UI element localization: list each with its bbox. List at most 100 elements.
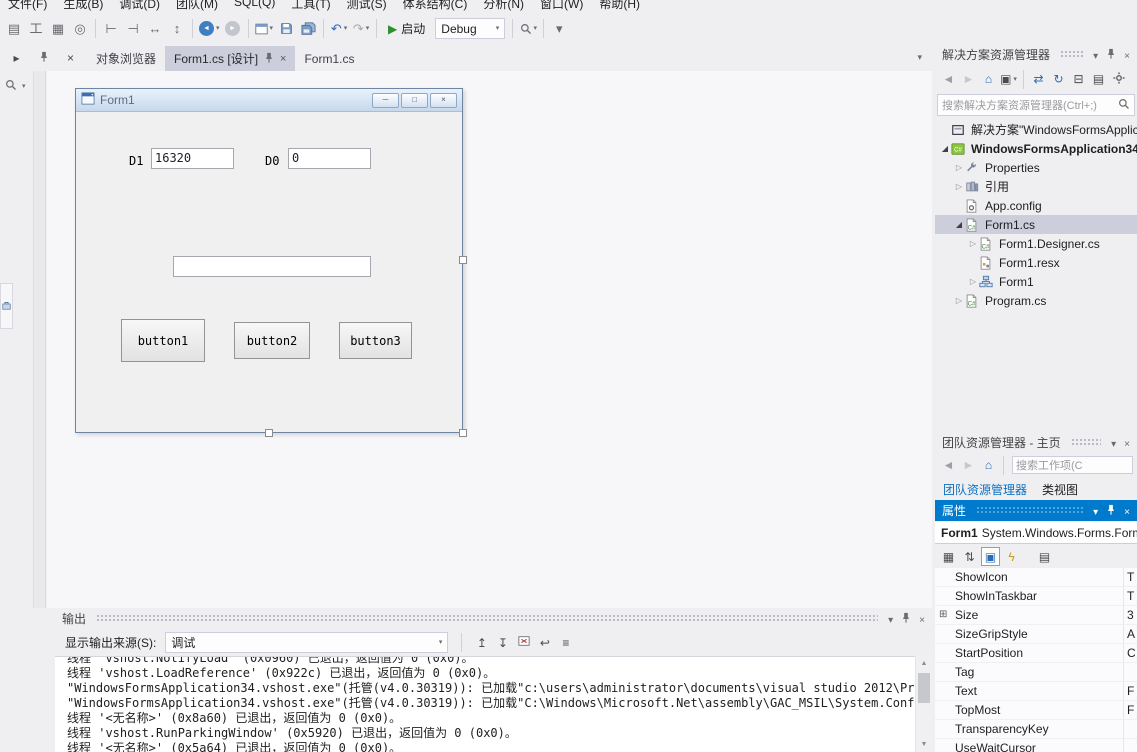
close-icon[interactable]: × [919, 612, 925, 626]
form-minimize-button[interactable]: ─ [372, 93, 399, 108]
tree-item-8[interactable]: ▷Form1 [935, 272, 1137, 291]
team-forward-icon[interactable]: ► [959, 456, 978, 475]
navigate-forward-icon[interactable]: ► [222, 17, 244, 41]
collapsed-toolbox-tab[interactable] [0, 283, 13, 329]
gutter-search-button[interactable]: ▾ [5, 79, 26, 94]
tree-expander[interactable]: ▷ [953, 296, 965, 305]
tree-item-5[interactable]: ◢C#Form1.cs [935, 215, 1137, 234]
debug-target-select[interactable]: Debug▾ [435, 18, 505, 39]
tree-expander[interactable]: ▷ [953, 163, 965, 172]
alphabetical-icon[interactable]: ⇅ [960, 547, 979, 566]
tree-expander[interactable]: ▷ [967, 277, 979, 286]
scroll-up-icon[interactable]: ▲ [916, 656, 932, 671]
tree-item-9[interactable]: ▷C#Program.cs [935, 291, 1137, 310]
align-left-icon[interactable]: ⊢ [100, 17, 122, 41]
menu-item-7[interactable]: 体系结构(C) [395, 0, 476, 13]
property-value[interactable]: T [1127, 587, 1137, 605]
clear-all-icon[interactable] [514, 633, 533, 652]
menu-item-10[interactable]: 帮助(H) [591, 0, 648, 13]
solution-search-input[interactable]: 搜索解决方案资源管理器(Ctrl+;) [937, 94, 1135, 116]
property-row-Tag[interactable]: Tag [935, 663, 1137, 682]
collapse-all-icon[interactable]: ⊟ [1069, 70, 1088, 89]
save-icon[interactable] [275, 17, 297, 41]
menu-item-0[interactable]: 文件(F) [0, 0, 55, 13]
word-wrap-icon[interactable]: ↩ [535, 633, 554, 652]
team-home-icon[interactable]: ⌂ [979, 456, 998, 475]
window-position-icon[interactable]: ▾ [1093, 48, 1098, 62]
layout-ellipse-icon[interactable]: ◎ [69, 17, 91, 41]
button3[interactable]: button3 [339, 322, 412, 359]
property-row-Size[interactable]: ⊞Size3 [935, 606, 1137, 625]
home-icon[interactable]: ⌂ [979, 70, 998, 89]
toolbar-overflow-icon[interactable]: ▾ [548, 17, 570, 41]
tree-item-2[interactable]: ▷Properties [935, 158, 1137, 177]
menu-item-4[interactable]: SQL(Q) [226, 0, 283, 13]
property-row-TopMost[interactable]: TopMostF [935, 701, 1137, 720]
designer-document[interactable]: Form1 ─ □ × D1 16320 D0 0 button1 button… [47, 71, 932, 608]
document-tab-1[interactable]: Form1.cs [设计]× [165, 46, 295, 71]
show-all-files-icon[interactable]: ▤ [1089, 70, 1108, 89]
button1[interactable]: button1 [121, 319, 205, 362]
window-position-icon[interactable]: ▾ [1093, 504, 1098, 518]
events-icon[interactable]: ϟ [1002, 547, 1021, 566]
output-scrollbar[interactable]: ▲ ▼ [915, 656, 932, 752]
output-text-area[interactable]: 线程 'vshost.NotifyLoad' (0x0960) 已退出，返回值为… [55, 656, 932, 752]
output-source-select[interactable]: 调试 ▾ [165, 632, 448, 653]
textbox-d1[interactable]: 16320 [151, 148, 234, 169]
property-row-UseWaitCursor[interactable]: UseWaitCursor [935, 739, 1137, 752]
resize-handle-bottom[interactable] [265, 429, 273, 437]
pin-icon[interactable] [901, 612, 911, 626]
drag-grip[interactable] [1060, 50, 1083, 59]
menu-item-2[interactable]: 调试(D) [111, 0, 168, 13]
form-title-bar[interactable]: Form1 ─ □ × [76, 89, 462, 112]
document-tab-2[interactable]: Form1.cs [295, 46, 363, 71]
property-row-SizeGripStyle[interactable]: SizeGripStyleA [935, 625, 1137, 644]
tab-pin-icon[interactable] [34, 48, 53, 67]
tab-pin-icon[interactable] [264, 52, 274, 66]
property-value[interactable]: T [1127, 568, 1137, 586]
window-position-icon[interactable]: ▾ [888, 612, 893, 626]
menu-item-5[interactable]: 工具(T) [283, 0, 338, 13]
resize-handle-bottom-right[interactable] [459, 429, 467, 437]
property-value[interactable]: F [1127, 701, 1137, 719]
layout-frame-icon[interactable]: ▦ [47, 17, 69, 41]
tree-expander[interactable]: ▷ [967, 239, 979, 248]
autoscroll-icon[interactable]: ≡ [556, 633, 575, 652]
property-row-ShowInTaskbar[interactable]: ShowInTaskbarT [935, 587, 1137, 606]
drag-grip[interactable] [96, 614, 878, 623]
panel-tab-1[interactable]: 类视图 [1042, 481, 1078, 498]
same-height-icon[interactable]: ↕ [166, 17, 188, 41]
new-window-icon[interactable]: ▾ [253, 17, 276, 41]
drag-grip[interactable] [1071, 438, 1101, 447]
team-search-input[interactable]: 搜索工作项(C [1012, 456, 1133, 474]
next-message-icon[interactable]: ↧ [493, 633, 512, 652]
back-icon[interactable]: ◄ [939, 70, 958, 89]
tree-expander[interactable]: ▷ [953, 182, 965, 191]
same-width-icon[interactable]: ↔ [144, 17, 166, 41]
drag-grip[interactable] [976, 506, 1083, 515]
tree-item-7[interactable]: Form1.resx [935, 253, 1137, 272]
categorized-icon[interactable]: ▦ [939, 547, 958, 566]
property-row-Text[interactable]: TextF [935, 682, 1137, 701]
form-close-button[interactable]: × [430, 93, 457, 108]
navigate-back-icon[interactable]: ◄▾ [197, 17, 222, 41]
textbox-wide[interactable] [173, 256, 371, 277]
redo-icon[interactable]: ↷▾ [350, 17, 372, 41]
tree-item-1[interactable]: ◢C#WindowsFormsApplication34 [935, 139, 1137, 158]
designed-form[interactable]: Form1 ─ □ × D1 16320 D0 0 button1 button… [75, 88, 463, 433]
undo-icon[interactable]: ↶▾ [328, 17, 350, 41]
menu-item-6[interactable]: 测试(S) [339, 0, 395, 13]
previous-message-icon[interactable]: ↥ [472, 633, 491, 652]
property-pages-icon[interactable]: ▤ [1035, 547, 1054, 566]
property-value[interactable]: 3 [1127, 606, 1137, 624]
button2[interactable]: button2 [234, 322, 310, 359]
tree-item-0[interactable]: 解决方案"WindowsFormsApplication34" [935, 120, 1137, 139]
switch-views-icon[interactable]: ▣▾ [999, 70, 1018, 89]
refresh-icon[interactable]: ↻ [1049, 70, 1068, 89]
tree-expander[interactable]: ◢ [953, 220, 965, 229]
properties-object-select[interactable]: Form1 System.Windows.Forms.Form [935, 522, 1137, 544]
tab-nav-icon[interactable]: ▸ [7, 48, 26, 67]
menu-item-9[interactable]: 窗口(W) [532, 0, 591, 13]
property-row-StartPosition[interactable]: StartPositionC [935, 644, 1137, 663]
document-list-icon[interactable]: ▾ [907, 52, 932, 63]
